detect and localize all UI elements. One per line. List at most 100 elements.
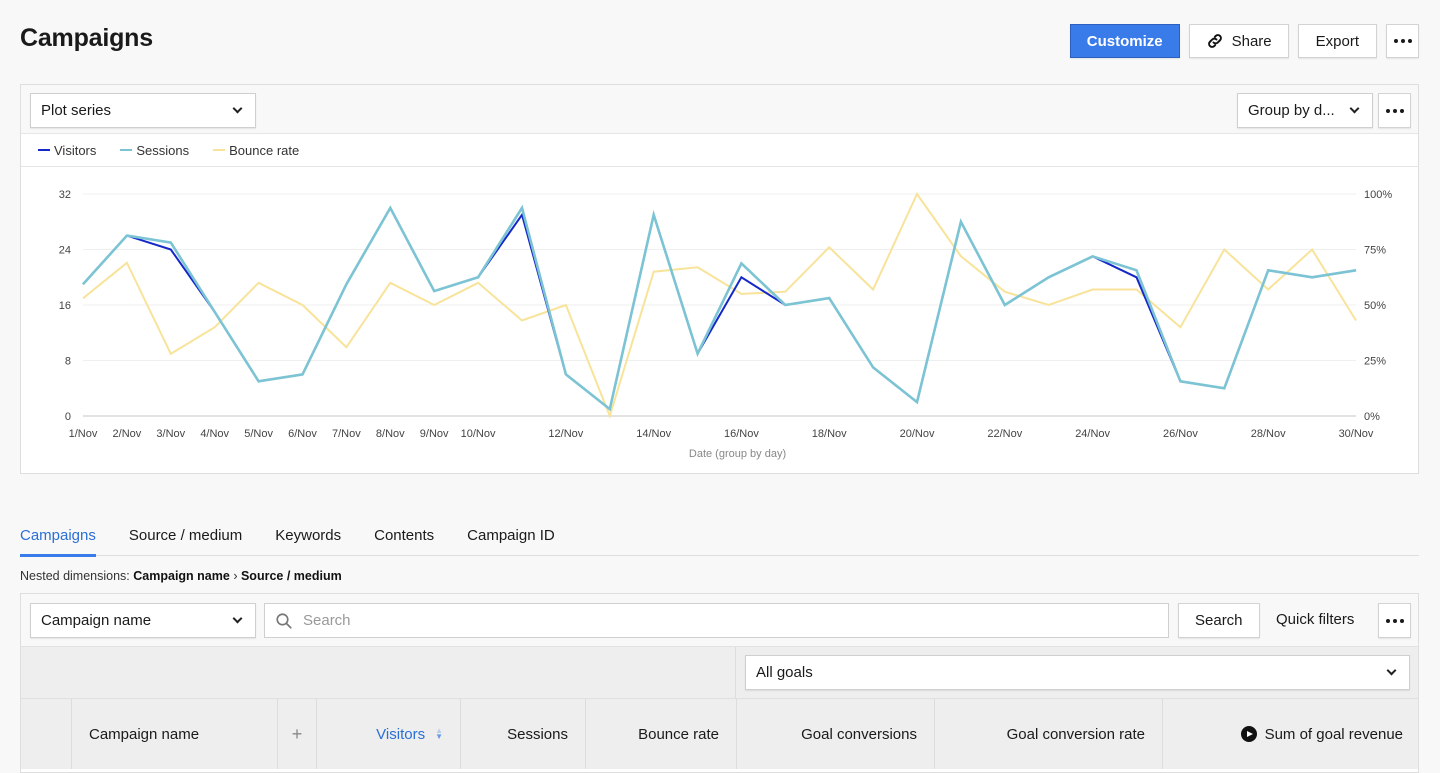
page-title: Campaigns bbox=[20, 24, 153, 53]
x-tick-label: 7/Nov bbox=[332, 428, 361, 440]
column-label: Goal conversion rate bbox=[1007, 726, 1145, 743]
x-tick-label: 20/Nov bbox=[900, 428, 935, 440]
add-dimension-button[interactable]: + bbox=[277, 699, 316, 769]
x-tick-label: 8/Nov bbox=[376, 428, 405, 440]
chevron-down-icon bbox=[1350, 104, 1360, 114]
column-label: Sessions bbox=[507, 726, 568, 743]
series-line-sessions bbox=[83, 208, 1356, 409]
table-toolbar: Campaign name Search Quick filters bbox=[21, 594, 1418, 647]
legend-label: Sessions bbox=[136, 143, 189, 158]
goal-flag-icon bbox=[1241, 726, 1257, 742]
column-header-visitors[interactable]: Visitors ▲▼ bbox=[316, 699, 460, 769]
line-chart: 081624320%25%50%75%100%1/Nov2/Nov3/Nov4/… bbox=[21, 168, 1418, 473]
y2-tick-label: 100% bbox=[1364, 189, 1392, 201]
legend-item-bounce-rate[interactable]: Bounce rate bbox=[213, 143, 299, 158]
tab-keywords[interactable]: Keywords bbox=[275, 518, 341, 556]
column-label: Sum of goal revenue bbox=[1265, 726, 1403, 743]
column-label: Visitors bbox=[376, 726, 425, 743]
search-icon bbox=[275, 612, 293, 630]
tab-source-medium[interactable]: Source / medium bbox=[129, 518, 242, 556]
page-header: Campaigns Customize Share Export bbox=[0, 0, 1440, 84]
goals-select[interactable]: All goals bbox=[745, 655, 1410, 690]
more-dots-icon bbox=[1386, 109, 1404, 113]
x-tick-label: 28/Nov bbox=[1251, 428, 1286, 440]
column-header-campaign-name[interactable]: Campaign name bbox=[71, 699, 277, 769]
column-header-goal-conversions[interactable]: Goal conversions bbox=[736, 699, 934, 769]
chart-legend: Visitors Sessions Bounce rate bbox=[21, 134, 1418, 167]
x-tick-label: 1/Nov bbox=[69, 428, 98, 440]
x-tick-label: 10/Nov bbox=[461, 428, 496, 440]
column-label: Bounce rate bbox=[638, 726, 719, 743]
more-dots-icon bbox=[1394, 39, 1412, 43]
tab-campaigns[interactable]: Campaigns bbox=[20, 518, 96, 556]
plus-icon: + bbox=[292, 724, 303, 745]
column-label: Campaign name bbox=[89, 726, 199, 743]
export-button[interactable]: Export bbox=[1298, 24, 1377, 58]
quick-filters-button[interactable]: Quick filters bbox=[1276, 611, 1354, 628]
tab-contents[interactable]: Contents bbox=[374, 518, 434, 556]
plot-series-select[interactable]: Plot series bbox=[30, 93, 256, 128]
share-button[interactable]: Share bbox=[1189, 24, 1289, 58]
y2-tick-label: 0% bbox=[1364, 411, 1380, 423]
table-header-row: Campaign name + Visitors ▲▼ Sessions Bou… bbox=[21, 699, 1418, 769]
goal-filter-row: All goals bbox=[21, 647, 1418, 699]
search-field[interactable] bbox=[264, 603, 1169, 638]
nested-second-dimension[interactable]: Source / medium bbox=[241, 569, 342, 583]
nested-first-dimension[interactable]: Campaign name bbox=[133, 569, 230, 583]
chevron-down-icon bbox=[1387, 666, 1397, 676]
nested-prefix: Nested dimensions: bbox=[20, 569, 130, 583]
chevron-down-icon bbox=[233, 614, 243, 624]
goals-label: All goals bbox=[756, 664, 813, 681]
dimension-select[interactable]: Campaign name bbox=[30, 603, 256, 638]
legend-item-visitors[interactable]: Visitors bbox=[38, 143, 96, 158]
chevron-down-icon bbox=[233, 104, 243, 114]
customize-button[interactable]: Customize bbox=[1070, 24, 1180, 58]
x-tick-label: 24/Nov bbox=[1075, 428, 1110, 440]
legend-swatch-bounce-rate bbox=[213, 149, 225, 151]
share-label: Share bbox=[1232, 33, 1272, 50]
x-tick-label: 5/Nov bbox=[244, 428, 273, 440]
more-options-button[interactable] bbox=[1386, 24, 1419, 58]
legend-label: Visitors bbox=[54, 143, 96, 158]
group-by-select[interactable]: Group by d... bbox=[1237, 93, 1373, 128]
plot-series-label: Plot series bbox=[41, 102, 111, 119]
data-table: Campaign name Search Quick filters All g… bbox=[20, 593, 1419, 773]
y-tick-label: 24 bbox=[59, 245, 71, 257]
y2-tick-label: 75% bbox=[1364, 245, 1386, 257]
y-tick-label: 32 bbox=[59, 189, 71, 201]
column-header-sessions[interactable]: Sessions bbox=[460, 699, 585, 769]
y2-tick-label: 50% bbox=[1364, 300, 1386, 312]
dimension-label: Campaign name bbox=[41, 612, 151, 629]
column-label: Goal conversions bbox=[801, 726, 917, 743]
chart-panel: Plot series Group by d... Visitors Sessi… bbox=[20, 84, 1419, 474]
column-header-goal-conversion-rate[interactable]: Goal conversion rate bbox=[934, 699, 1162, 769]
legend-item-sessions[interactable]: Sessions bbox=[120, 143, 189, 158]
x-tick-label: 3/Nov bbox=[156, 428, 185, 440]
x-tick-label: 14/Nov bbox=[636, 428, 671, 440]
sort-icon: ▲▼ bbox=[435, 728, 443, 740]
table-more-button[interactable] bbox=[1378, 603, 1411, 638]
x-tick-label: 4/Nov bbox=[200, 428, 229, 440]
chart-more-button[interactable] bbox=[1378, 93, 1411, 128]
search-input[interactable] bbox=[301, 611, 1151, 630]
group-by-label: Group by d... bbox=[1248, 102, 1335, 119]
legend-label: Bounce rate bbox=[229, 143, 299, 158]
x-tick-label: 22/Nov bbox=[987, 428, 1022, 440]
y2-tick-label: 25% bbox=[1364, 356, 1386, 368]
x-tick-label: 16/Nov bbox=[724, 428, 759, 440]
more-dots-icon bbox=[1386, 619, 1404, 623]
x-tick-label: 26/Nov bbox=[1163, 428, 1198, 440]
nested-separator: › bbox=[233, 569, 237, 583]
column-header-sum-goal-revenue[interactable]: Sum of goal revenue bbox=[1162, 699, 1420, 769]
x-tick-label: 12/Nov bbox=[548, 428, 583, 440]
x-tick-label: 6/Nov bbox=[288, 428, 317, 440]
column-header-bounce-rate[interactable]: Bounce rate bbox=[585, 699, 736, 769]
search-button[interactable]: Search bbox=[1178, 603, 1260, 638]
y-tick-label: 8 bbox=[65, 356, 71, 368]
legend-swatch-visitors bbox=[38, 149, 50, 151]
x-tick-label: 9/Nov bbox=[420, 428, 449, 440]
y-tick-label: 16 bbox=[59, 300, 71, 312]
report-tabs: Campaigns Source / medium Keywords Conte… bbox=[20, 518, 1419, 556]
column-divider bbox=[735, 647, 736, 698]
tab-campaign-id[interactable]: Campaign ID bbox=[467, 518, 555, 556]
